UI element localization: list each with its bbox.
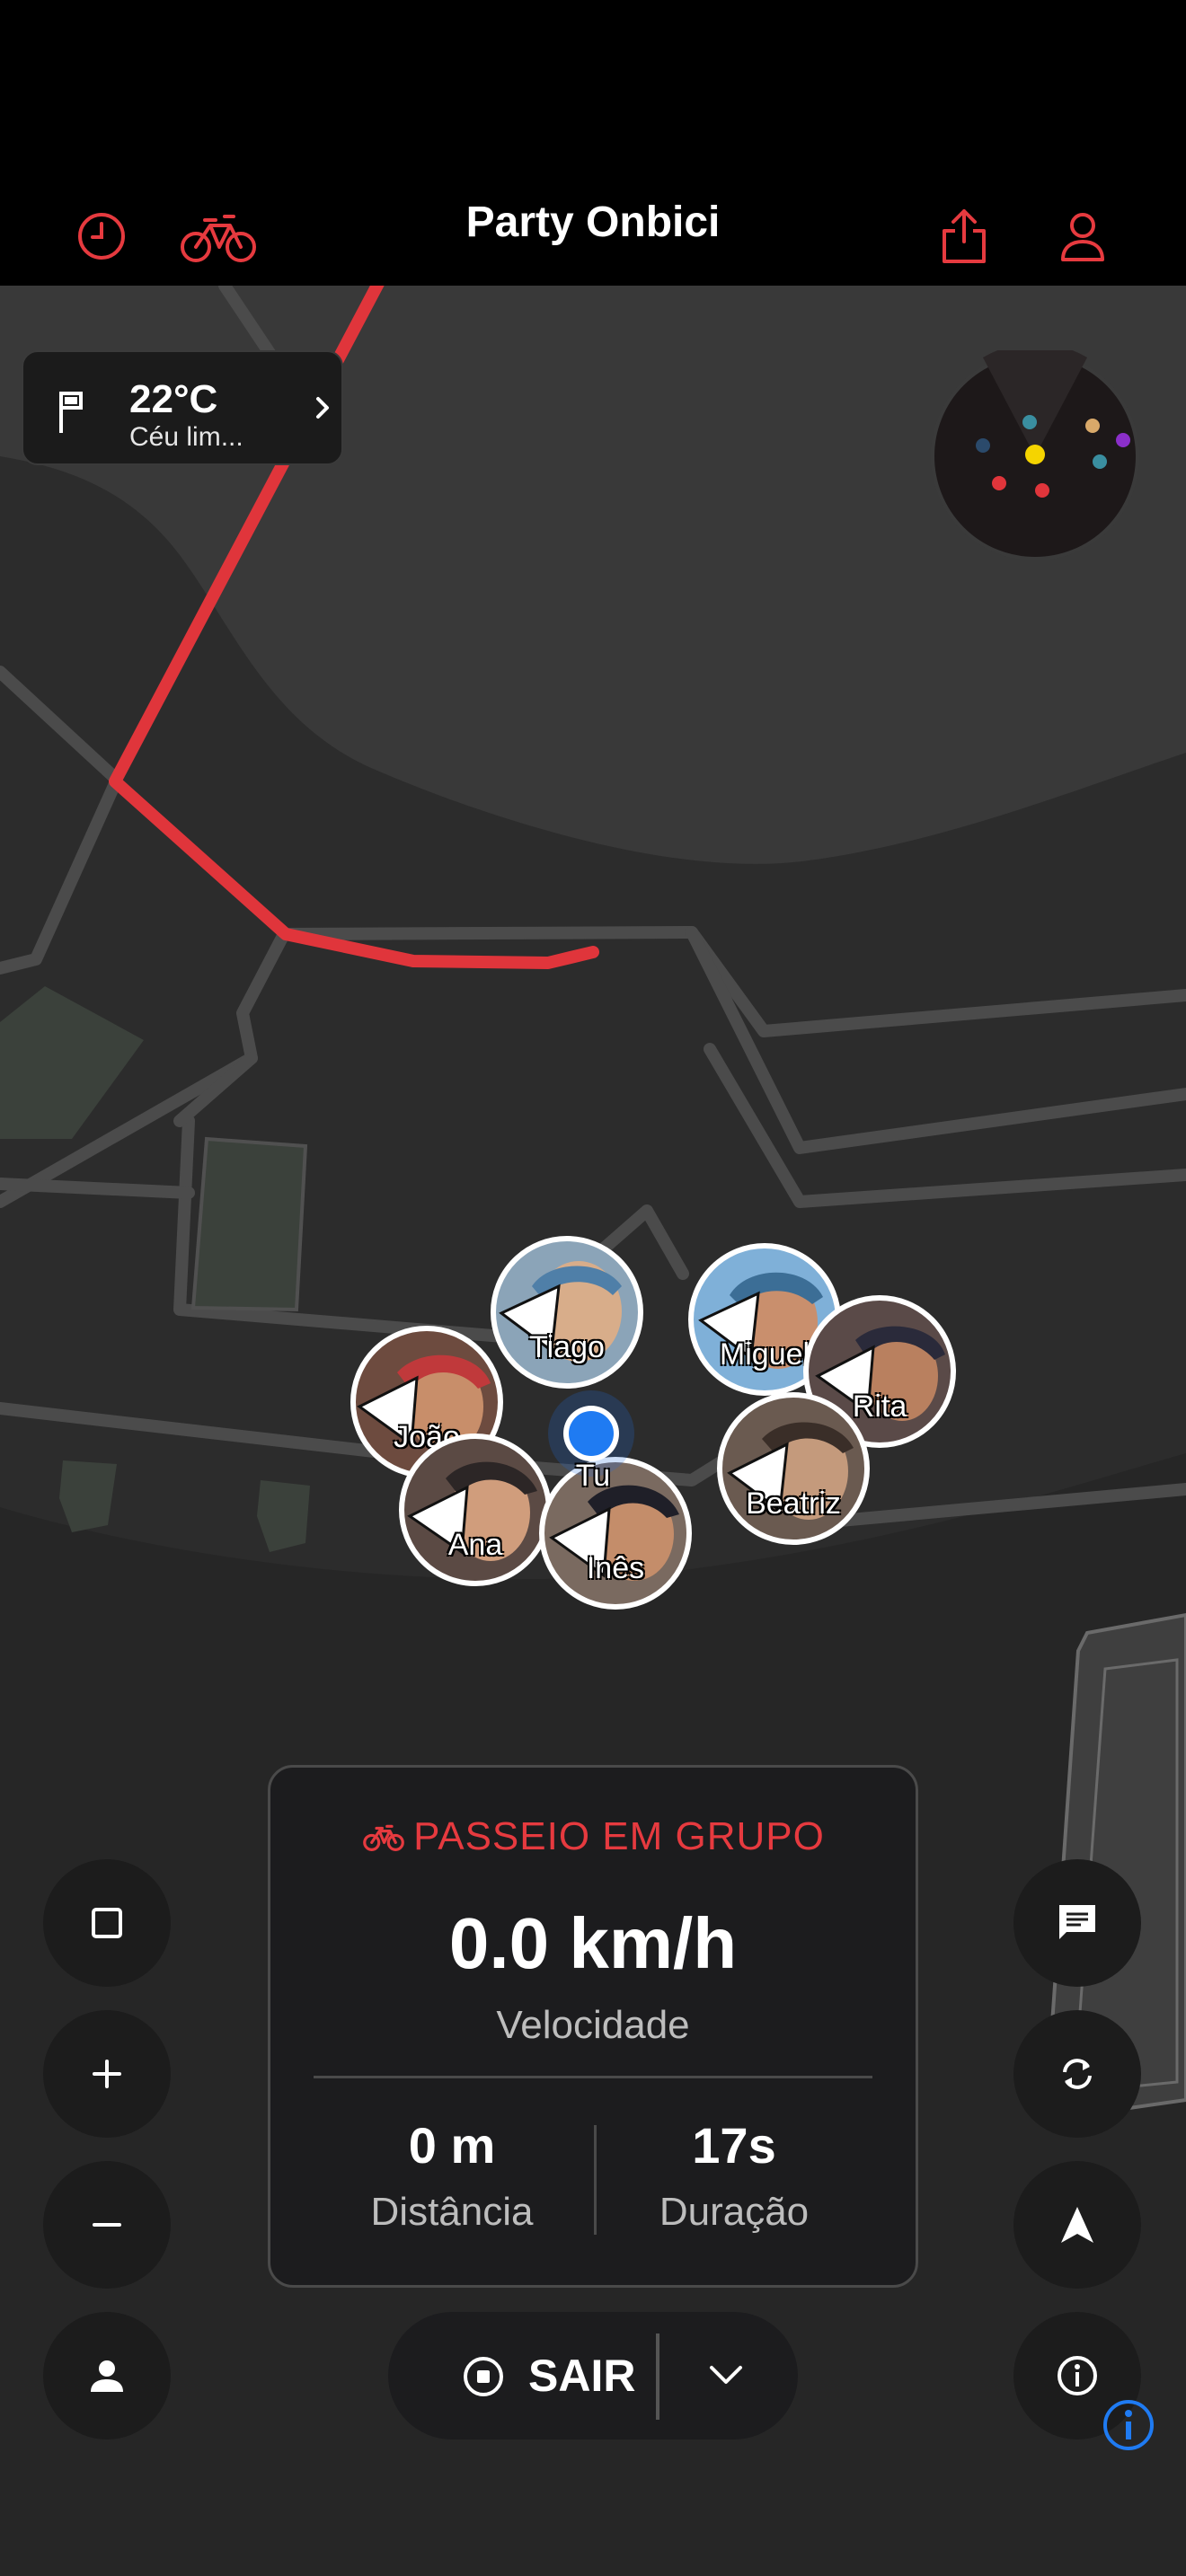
ride-mode-row: PASSEIO EM GRUPO: [270, 1814, 916, 1859]
ride-stats-panel: PASSEIO EM GRUPO 0.0 km/h Velocidade 0 m…: [268, 1765, 918, 2288]
map-view[interactable]: 22°C Céu lim... Tiago Miguel Rita João B…: [0, 286, 1186, 2576]
exit-bar: SAIR: [388, 2312, 798, 2439]
rider-marker-beatriz[interactable]: Beatriz: [717, 1392, 870, 1545]
radar-minimap[interactable]: [929, 350, 1141, 562]
exit-label: SAIR: [528, 2351, 636, 2401]
flag-icon: [59, 392, 83, 433]
share-button[interactable]: [924, 196, 1005, 277]
map-attribution-icon[interactable]: [1102, 2398, 1155, 2452]
sync-icon: [1063, 2059, 1092, 2089]
radar-dot: [1025, 445, 1045, 464]
radar-dot: [1085, 419, 1100, 433]
rider-marker-tiago[interactable]: Tiago: [491, 1236, 643, 1389]
weather-description: Céu lim...: [129, 422, 243, 452]
person-icon: [91, 2360, 123, 2392]
zoom-in-button[interactable]: [43, 2010, 171, 2138]
chevron-down-icon: [710, 2366, 742, 2384]
speed-label: Velocidade: [496, 2003, 690, 2047]
rider-photo: [499, 1261, 622, 1362]
radar-dot: [1093, 454, 1107, 469]
distance-label: Distância: [370, 2190, 534, 2234]
rider-name: Tiago: [529, 1330, 605, 1364]
square-icon: [92, 1908, 122, 1938]
radar-dot: [1035, 483, 1049, 498]
radar-dot: [1116, 433, 1130, 447]
stop-circle-icon: [464, 2357, 503, 2396]
my-location-label: Tu: [575, 1459, 611, 1493]
weather-temperature: 22°C: [129, 377, 218, 421]
radar-dot: [1022, 415, 1037, 429]
rider-name: Beatriz: [746, 1486, 841, 1521]
duration-value: 17s: [692, 2117, 776, 2174]
exit-button[interactable]: SAIR: [388, 2312, 656, 2439]
refresh-button[interactable]: [1013, 2010, 1141, 2138]
profile-icon: [1061, 213, 1104, 261]
plus-icon: [93, 2060, 121, 2088]
rider-photo: [407, 1461, 537, 1561]
speed-value: 0.0 km/h: [448, 1903, 738, 1983]
info-icon: [1058, 2356, 1097, 2395]
app-title: Party Onbici: [465, 198, 721, 246]
bike-icon: [363, 1824, 404, 1851]
navigation-arrow-icon: [1061, 2207, 1093, 2243]
rider-name: Inês: [586, 1551, 645, 1585]
chat-icon: [1059, 1905, 1095, 1939]
divider: [594, 2125, 597, 2235]
exit-options-button[interactable]: [659, 2312, 798, 2439]
profile-button[interactable]: [1042, 196, 1123, 277]
distance-value: 0 m: [408, 2117, 496, 2174]
radar-dot: [992, 476, 1006, 490]
share-icon: [943, 209, 986, 263]
rider-photo: [727, 1422, 854, 1520]
rider-marker-ana[interactable]: Ana: [399, 1434, 552, 1586]
my-profile-button[interactable]: [43, 2312, 171, 2439]
stop-button[interactable]: [43, 1859, 171, 1987]
recenter-button[interactable]: [1013, 2161, 1141, 2289]
top-app-bar: Party Onbici: [0, 0, 1186, 286]
chat-button[interactable]: [1013, 1859, 1141, 1987]
divider: [314, 2076, 872, 2078]
radar-dot: [976, 438, 990, 453]
duration-label: Duração: [659, 2190, 810, 2234]
rider-name: Ana: [447, 1528, 503, 1562]
chevron-right-icon: [316, 397, 329, 419]
ride-mode-label: PASSEIO EM GRUPO: [413, 1814, 825, 1858]
weather-card[interactable]: 22°C Céu lim...: [22, 350, 343, 465]
zoom-out-button[interactable]: [43, 2161, 171, 2289]
minus-icon: [93, 2223, 121, 2227]
